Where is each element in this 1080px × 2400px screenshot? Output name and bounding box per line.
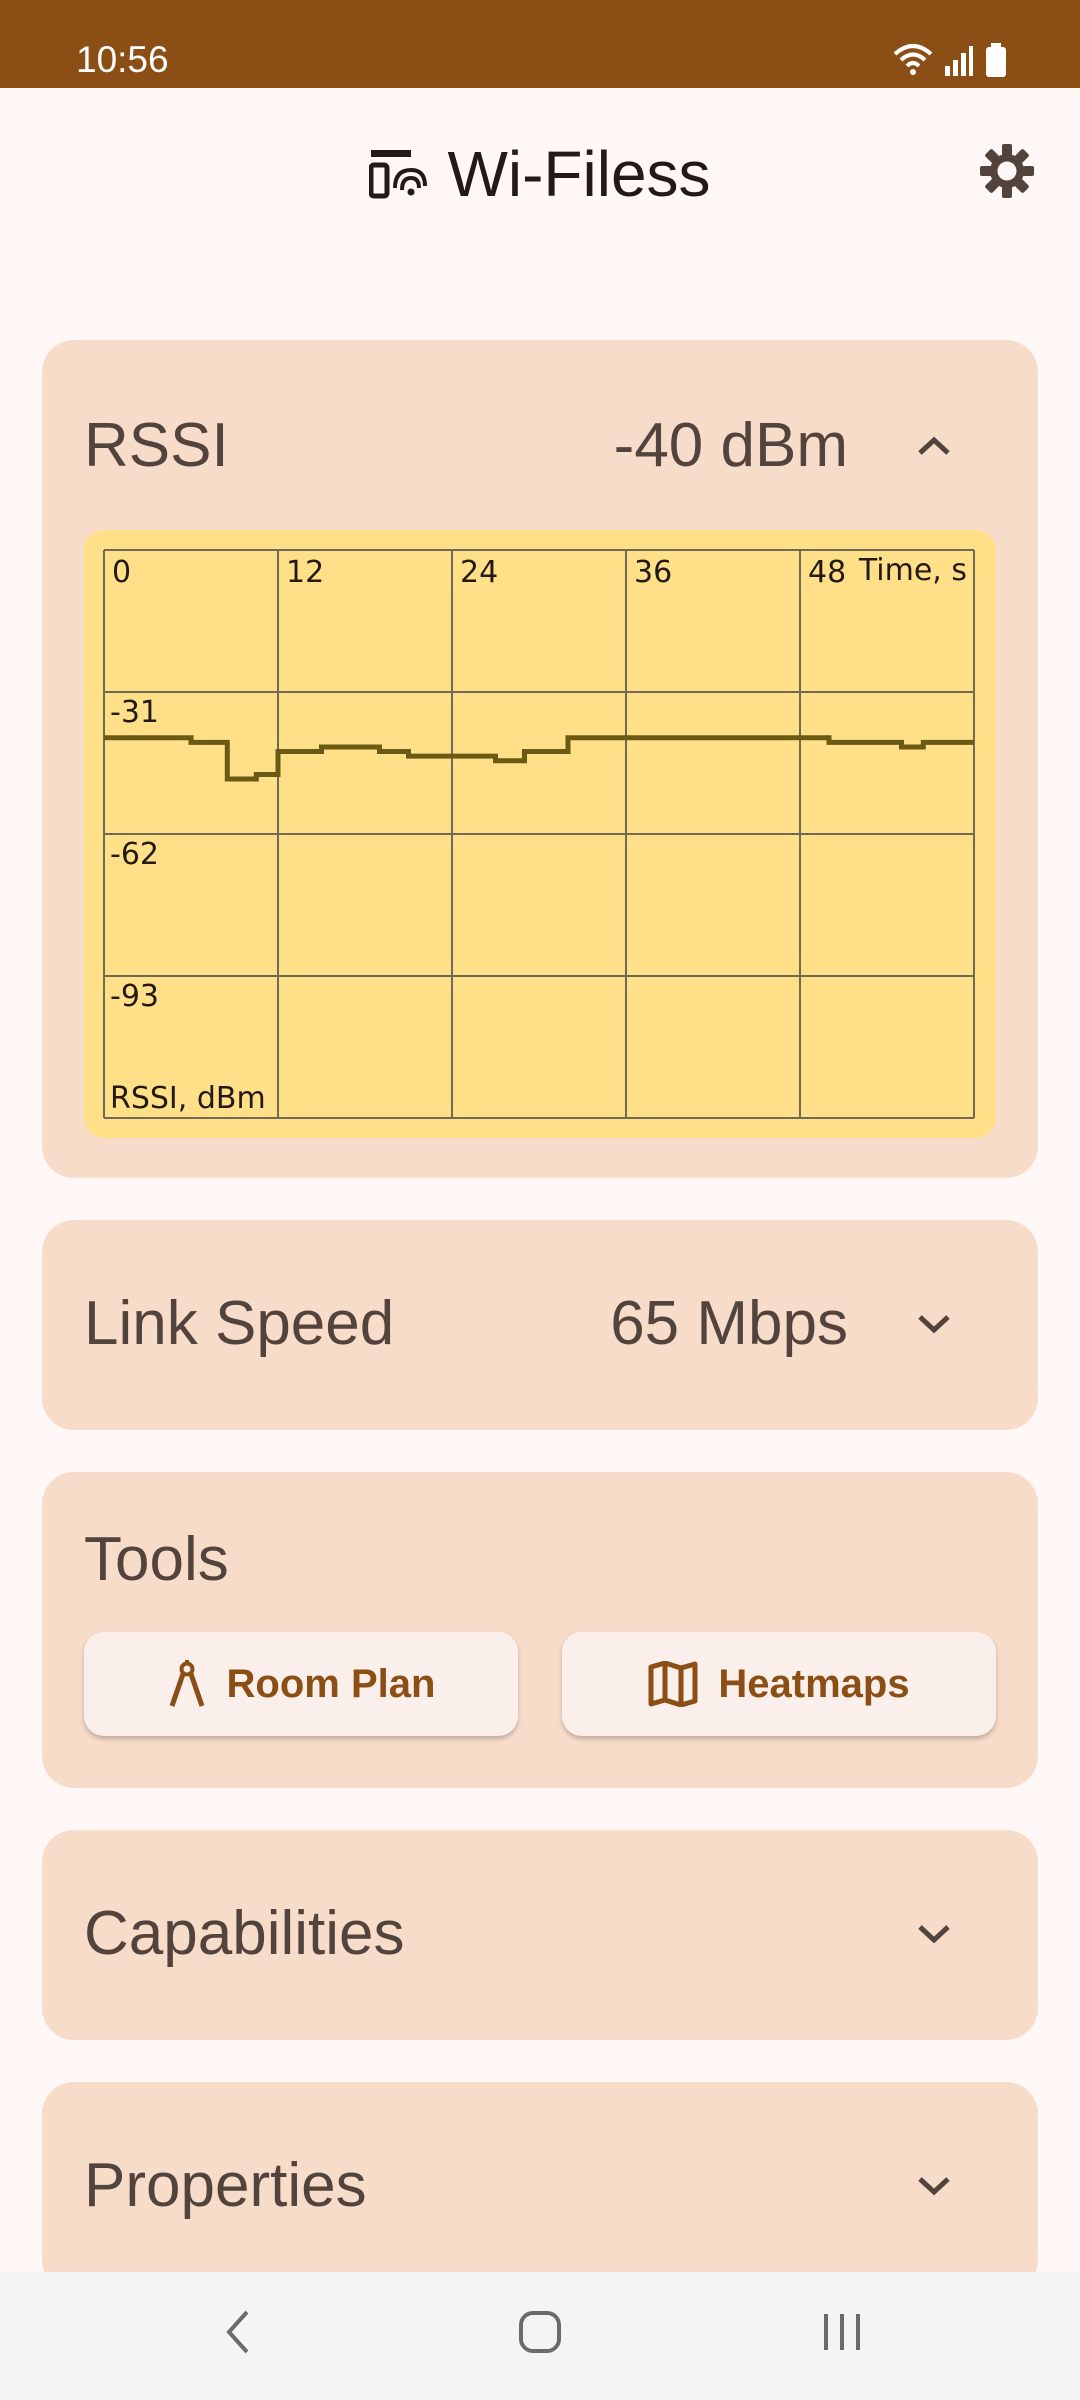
back-icon — [226, 2310, 249, 2354]
status-time: 10:56 — [76, 39, 169, 80]
capabilities-expand-button[interactable] — [910, 1910, 958, 1958]
rssi-card: RSSI -40 dBm 0 12 24 36 48 -31 -62 -93 Time, s … — [42, 340, 1038, 1178]
properties-expand-button[interactable] — [910, 2162, 958, 2210]
rssi-series-line — [104, 735, 974, 782]
status-icons — [892, 38, 1008, 82]
rssi-collapse-button[interactable] — [910, 422, 958, 470]
chevron-down-icon — [918, 1315, 950, 1334]
map-icon — [648, 1661, 698, 1707]
heatmaps-label: Heatmaps — [718, 1661, 910, 1706]
room-plan-label: Room Plan — [226, 1661, 436, 1706]
y-tick-label: -31 — [110, 695, 159, 730]
wifi-status-icon — [893, 44, 933, 75]
y-axis-label: RSSI, dBm — [110, 1081, 266, 1116]
x-tick-label: 48 — [808, 555, 846, 590]
rssi-value: -40 dBm — [613, 411, 848, 480]
x-tick-label: 24 — [460, 555, 498, 590]
chevron-up-icon — [918, 436, 950, 455]
x-tick-label: 0 — [112, 555, 131, 590]
capabilities-card[interactable]: Capabilities — [42, 1830, 1038, 2040]
recents-icon — [824, 2314, 860, 2350]
x-axis-label: Time, s — [858, 553, 967, 588]
compass-icon — [169, 1660, 204, 1707]
nav-home-button[interactable] — [490, 2292, 590, 2372]
nav-back-button[interactable] — [188, 2292, 288, 2372]
battery-status-icon — [986, 43, 1006, 77]
nav-recents-button[interactable] — [792, 2292, 892, 2372]
navigation-bar — [0, 2272, 1080, 2400]
link-speed-title: Link Speed — [84, 1289, 395, 1358]
properties-title: Properties — [84, 2151, 367, 2220]
app-bar: Wi-Filess — [0, 88, 1080, 258]
properties-card[interactable]: Properties — [42, 2082, 1038, 2292]
y-tick-label: -62 — [110, 837, 159, 872]
heatmaps-button[interactable]: Heatmaps — [562, 1632, 996, 1736]
link-speed-expand-button[interactable] — [910, 1300, 958, 1348]
app-title: Wi-Filess — [447, 138, 711, 210]
x-tick-label: 12 — [286, 555, 324, 590]
rssi-chart-svg: 0 12 24 36 48 -31 -62 -93 Time, s RSSI, dBm — [103, 549, 975, 1119]
chevron-down-icon — [918, 1925, 950, 1944]
rssi-title: RSSI — [84, 411, 229, 480]
rssi-chart: 0 12 24 36 48 -31 -62 -93 Time, s RSSI, dBm — [84, 530, 996, 1138]
chevron-down-icon — [918, 2177, 950, 2196]
capabilities-title: Capabilities — [84, 1899, 405, 1968]
room-plan-button[interactable]: Room Plan — [84, 1632, 518, 1736]
wifi-device-icon — [369, 150, 428, 199]
link-speed-card: Link Speed 65 Mbps — [42, 1220, 1038, 1430]
gear-icon — [980, 144, 1034, 198]
signal-status-icon — [945, 46, 973, 76]
y-tick-label: -93 — [110, 979, 159, 1014]
settings-button[interactable] — [974, 138, 1040, 204]
app-title-wrap: Wi-Filess — [0, 138, 1080, 210]
tools-title: Tools — [84, 1525, 229, 1594]
tools-card: Tools Room Plan Heatmaps — [42, 1472, 1038, 1788]
link-speed-value: 65 Mbps — [610, 1289, 848, 1358]
x-tick-label: 36 — [634, 555, 672, 590]
home-icon — [519, 2311, 561, 2353]
status-bar: 10:56 — [0, 0, 1080, 88]
